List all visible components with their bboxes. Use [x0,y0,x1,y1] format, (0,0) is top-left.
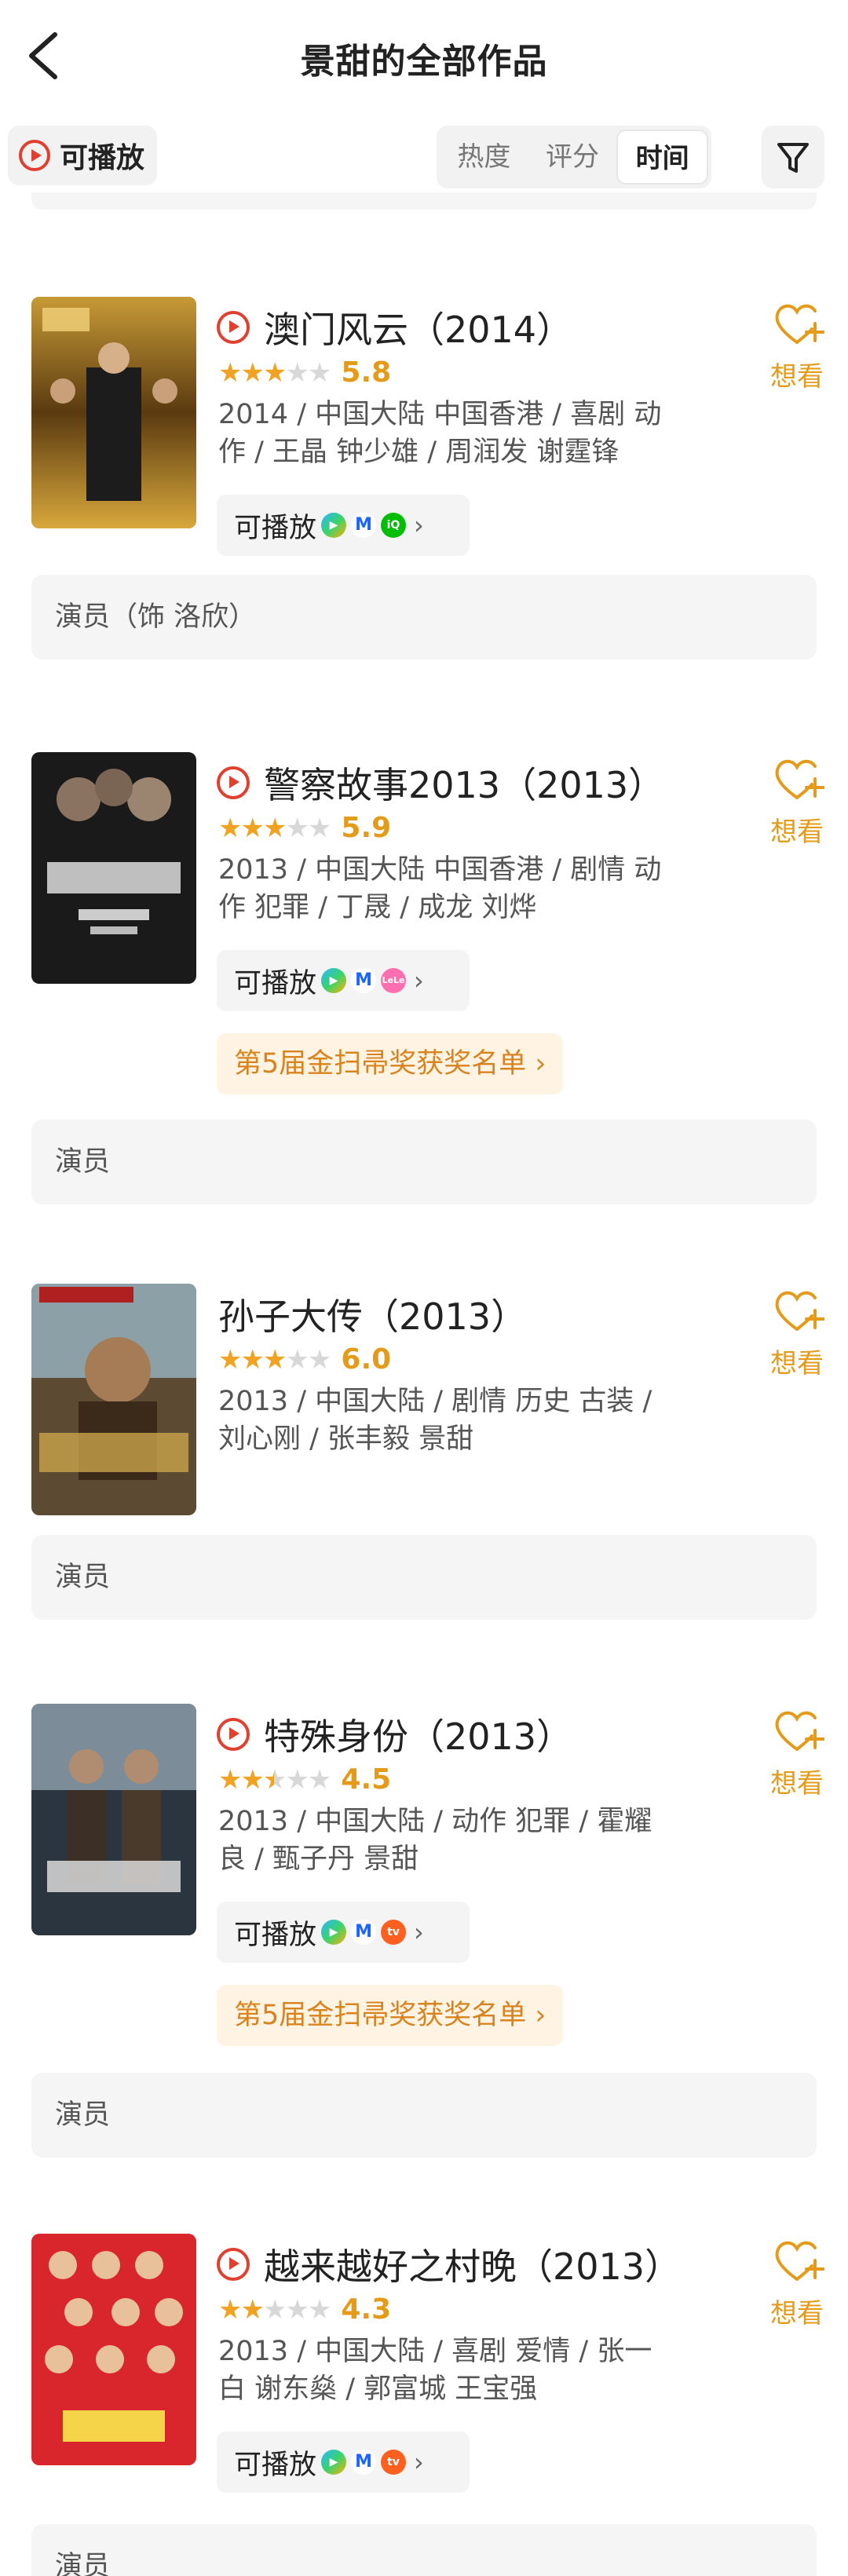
tencent-video-icon: ▶ [321,968,347,993]
youku-icon: M [351,2450,377,2475]
rating-score: 5.9 [341,812,392,844]
role-info: 演员 [31,2073,817,2158]
filter-bar: 可播放 热度 评分 时间 [0,122,848,192]
mgtv-icon: tv [381,2450,407,2475]
movie-poster[interactable] [31,1284,196,1515]
movie-title[interactable]: 孙子大传（2013） [218,1288,527,1340]
playable-filter-label: 可播放 [60,142,145,174]
movie-poster[interactable] [31,1704,196,1935]
want-to-watch-button[interactable]: 想看 [762,1704,832,1800]
sort-tab-hot[interactable]: 热度 [440,130,528,185]
movie-title[interactable]: 澳门风云（2014） [217,301,572,353]
tencent-video-icon: ▶ [321,1920,347,1945]
want-to-watch-button[interactable]: 想看 [762,1284,832,1380]
heart-plus-icon [775,2241,825,2281]
rating-score: 6.0 [341,1343,392,1376]
rating-score: 5.8 [341,356,392,389]
stream-platforms-button[interactable]: 可播放 ▶ M tv › [217,2432,470,2493]
mgtv-icon: tv [381,1920,407,1945]
role-info: 演员 [31,1535,817,1620]
stream-platforms-button[interactable]: 可播放 ▶ M iQ › [217,495,470,556]
movie-title[interactable]: 越来越好之村晚（2013） [217,2238,681,2290]
want-to-watch-label: 想看 [770,361,824,393]
movie-meta: 2013 / 中国大陆 / 喜剧 爱情 / 张一白 谢东燊 / 郭富城 王宝强 [218,2336,652,2405]
tencent-video-icon: ▶ [321,2450,347,2475]
heart-plus-icon [775,1711,825,1751]
rating: ★★★★★ 6.0 [218,1343,391,1376]
play-circle-icon [217,1718,250,1751]
movie-meta: 2014 / 中国大陆 中国香港 / 喜剧 动作 / 王晶 钟少雄 / 周润发 … [218,399,662,468]
tencent-video-icon: ▶ [321,513,347,538]
iqiyi-icon: iQ [381,513,407,538]
sort-tab-time[interactable]: 时间 [616,130,709,185]
movie-poster[interactable] [31,2234,196,2465]
youku-icon: M [351,513,377,538]
youku-icon: M [351,968,377,993]
chevron-right-icon: › [414,1917,424,1947]
movie-meta: 2013 / 中国大陆 中国香港 / 剧情 动作 犯罪 / 丁晟 / 成龙 刘烨 [218,854,662,923]
rating: ★★★★★ 4.5 [218,1763,391,1796]
play-circle-icon [217,311,250,344]
want-to-watch-label: 想看 [770,817,824,848]
movie-meta: 2013 / 中国大陆 / 动作 犯罪 / 霍耀良 / 甄子丹 景甜 [218,1806,652,1875]
playable-filter-chip[interactable]: 可播放 [8,126,157,185]
leshi-icon: LeLe [381,968,407,993]
movie-title[interactable]: 特殊身份（2013） [217,1708,572,1760]
rating: ★★★★★ 5.8 [218,356,391,389]
rating: ★★★★★ 4.3 [218,2293,391,2326]
rating-score: 4.3 [341,2293,392,2326]
want-to-watch-button[interactable]: 想看 [762,2234,832,2330]
page-title: 景甜的全部作品 [300,42,548,82]
star-rating: ★★★★★ [218,1343,331,1376]
movie-meta: 2013 / 中国大陆 / 剧情 历史 古装 / 刘心刚 / 张丰毅 景甜 [218,1386,652,1455]
chevron-right-icon: › [414,2447,424,2477]
heart-plus-icon [775,1291,825,1331]
stream-platforms-button[interactable]: 可播放 ▶ M LeLe › [217,950,470,1011]
filter-funnel-icon[interactable] [762,126,824,188]
nav-bar: 景甜的全部作品 [0,0,848,118]
award-link[interactable]: 第5届金扫帚奖获奖名单 › [217,1985,564,2046]
play-circle-icon [217,766,250,799]
youku-icon: M [351,1920,377,1945]
want-to-watch-button[interactable]: 想看 [762,297,832,393]
rating: ★★★★★ 5.9 [218,812,391,844]
movie-poster[interactable] [31,297,196,528]
play-circle-icon [19,140,50,171]
movie-poster[interactable] [31,752,196,984]
role-info: 演员 [31,2524,817,2576]
sort-segmented-control: 热度 评分 时间 [437,126,711,188]
star-rating: ★★★★★ [218,2293,331,2326]
want-to-watch-button[interactable]: 想看 [762,752,832,849]
play-circle-icon [217,2248,250,2281]
star-rating: ★★★★★ [218,1763,331,1796]
chevron-right-icon: › [414,510,424,540]
sort-tab-rating[interactable]: 评分 [528,130,617,185]
want-to-watch-label: 想看 [770,1348,824,1379]
heart-plus-icon [775,304,825,344]
role-info: 演员 [31,1120,817,1204]
want-to-watch-label: 想看 [770,1768,824,1800]
award-link[interactable]: 第5届金扫帚奖获奖名单 › [217,1033,564,1094]
movie-title[interactable]: 警察故事2013（2013） [217,757,664,809]
rating-score: 4.5 [341,1763,392,1796]
chevron-right-icon: › [535,1048,546,1080]
stream-platforms-button[interactable]: 可播放 ▶ M tv › [217,1902,470,1963]
previous-card-edge [31,192,817,210]
heart-plus-icon [775,759,825,799]
want-to-watch-label: 想看 [770,2298,824,2329]
star-rating: ★★★★★ [218,356,331,389]
role-info: 演员（饰 洛欣） [31,575,817,660]
star-rating: ★★★★★ [218,812,331,844]
chevron-right-icon: › [535,2000,546,2031]
chevron-right-icon: › [414,966,424,996]
